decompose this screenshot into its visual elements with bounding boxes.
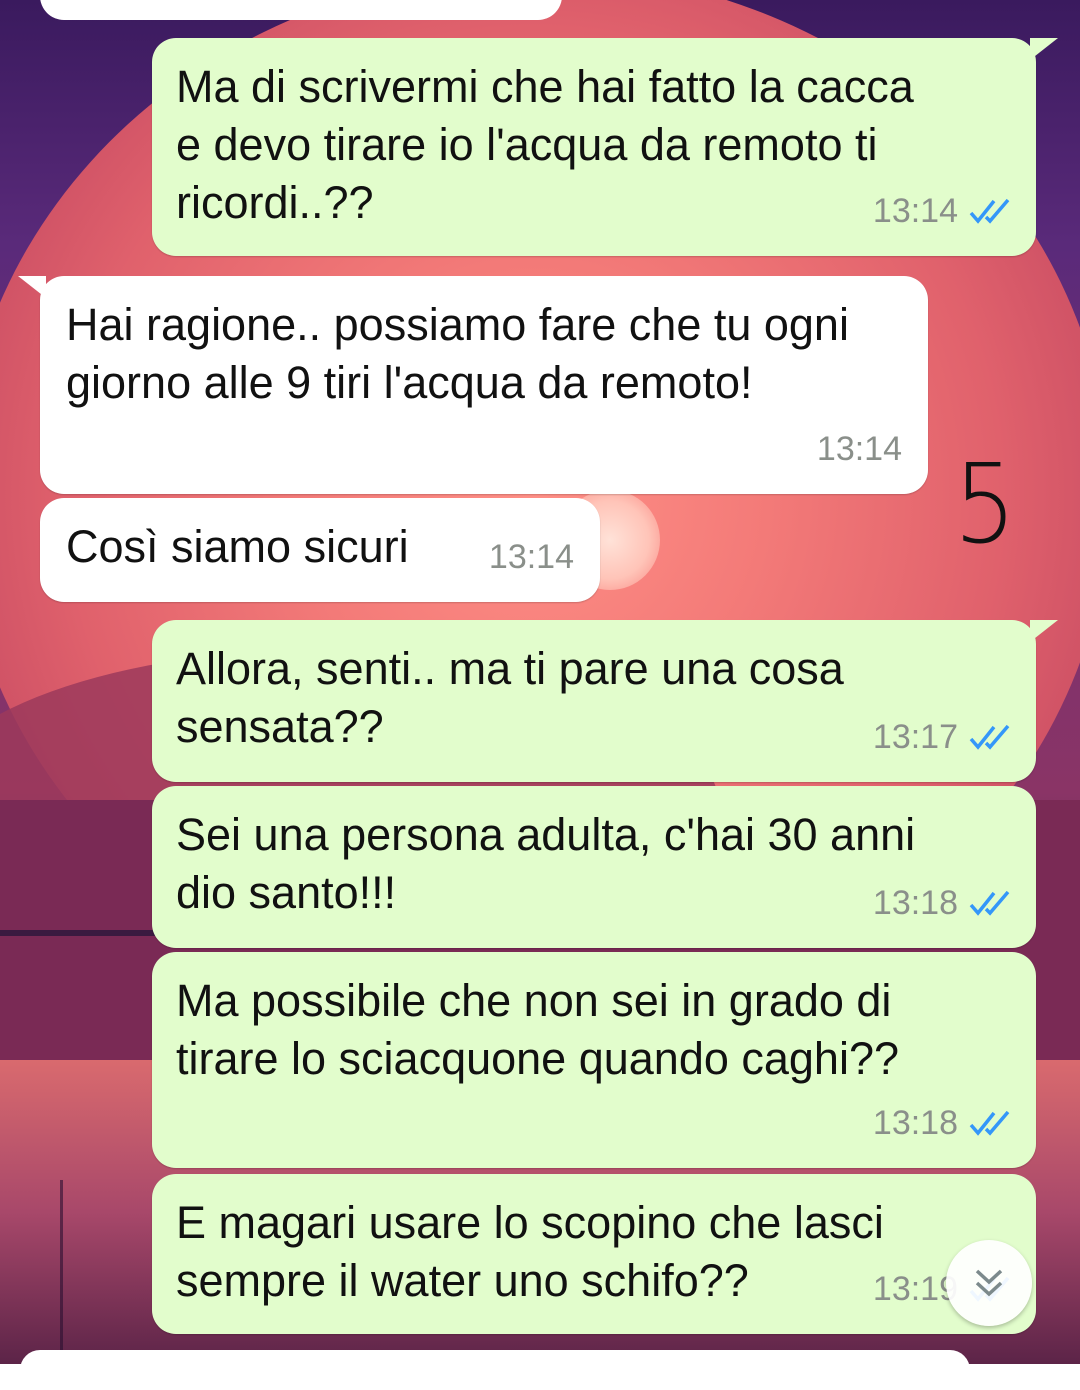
handwritten-annotation: 5 [953,440,1017,568]
partial-message-bubble-top[interactable] [40,0,562,20]
message-time: 13:17 [872,718,958,756]
message-bubble-outgoing[interactable]: Ma possibile che non sei in grado di tir… [152,952,1036,1168]
message-text: Hai ragione.. possiamo fare che tu ogni … [66,299,849,408]
message-bubble-outgoing[interactable]: Ma di scrivermi che hai fatto la cacca e… [152,38,1058,256]
message-meta: 13:17 [873,708,1014,766]
message-time: 13:18 [872,884,958,922]
message-time: 13:14 [816,430,902,468]
message-bubble-incoming[interactable]: Hai ragione.. possiamo fare che tu ogni … [18,276,928,494]
message-meta: 13:18 [873,1094,1014,1152]
message-time: 13:14 [488,538,574,576]
message-text: Ma possibile che non sei in grado di tir… [176,975,900,1084]
message-time: 13:14 [872,192,958,230]
message-meta: 13:18 [873,874,1014,932]
message-time: 13:18 [872,1104,958,1142]
message-bubble-outgoing[interactable]: Allora, senti.. ma ti pare una cosa sens… [152,620,1058,782]
scroll-to-bottom-button[interactable] [946,1240,1032,1326]
message-bubble-outgoing[interactable]: E magari usare lo scopino che lasci semp… [152,1174,1036,1334]
partial-message-bubble-bottom[interactable] [20,1350,970,1390]
double-check-icon [969,198,1010,224]
chevron-double-down-icon [975,1269,1003,1297]
double-check-icon [969,1110,1010,1136]
bubble-tail [1030,620,1058,642]
message-bubble-outgoing[interactable]: Sei una persona adulta, c'hai 30 anni di… [152,786,1036,948]
message-time: 13:19 [872,1270,958,1308]
double-check-icon [969,890,1010,916]
double-check-icon [969,724,1010,750]
message-meta: 13:14 [873,182,1014,240]
bubble-tail [18,276,46,298]
message-meta: 13:14 [817,420,902,478]
message-meta: 13:14 [489,528,574,586]
message-bubble-incoming[interactable]: Così siamo sicuri 13:14 [40,498,600,602]
bubble-tail [1030,38,1058,60]
